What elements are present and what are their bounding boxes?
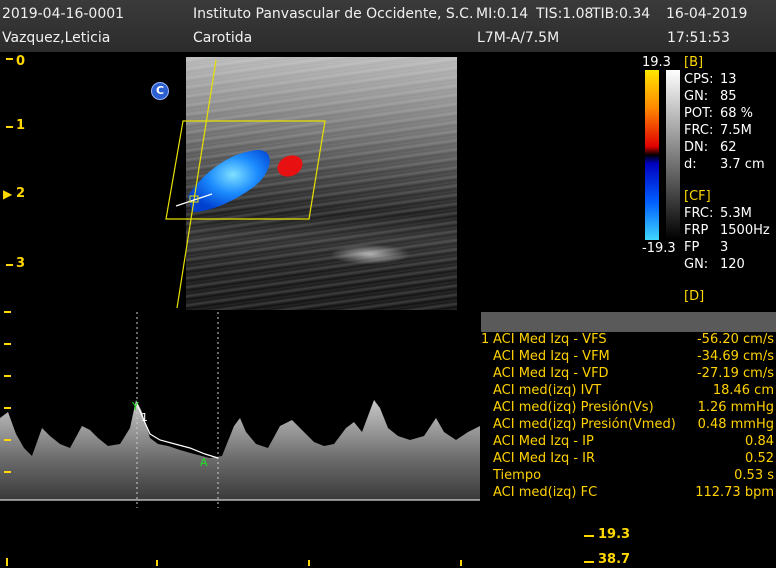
color-bar-max: 19.3 bbox=[642, 55, 671, 70]
measurement-value: -56.20 cm/s bbox=[696, 332, 774, 347]
param-label: FP bbox=[684, 240, 700, 255]
measurement-value: 1.26 mmHg bbox=[697, 400, 774, 415]
measurement-row: ACI med(izq) Presión(Vs) 1.26 mmHg bbox=[481, 400, 776, 417]
spectral-waveform bbox=[0, 400, 480, 500]
param-value: 68 % bbox=[720, 106, 754, 121]
color-flow-scale-bar bbox=[645, 70, 659, 240]
grayscale-bar bbox=[666, 70, 680, 240]
param-value: 62 bbox=[720, 140, 737, 155]
cursor-index-label: 1 bbox=[141, 411, 148, 424]
measurement-label: ACI med(izq) Presión(Vmed) bbox=[493, 417, 676, 432]
spectral-doppler: Y A 1 bbox=[0, 311, 480, 508]
measurement-row: Tiempo 0.53 s bbox=[481, 468, 776, 485]
measurement-value: 0.84 bbox=[745, 434, 774, 449]
measurement-row: ACI Med Izq - VFD -27.19 cm/s bbox=[481, 366, 776, 383]
param-label: FRP bbox=[684, 223, 709, 238]
measurement-label: ACI Med Izq - VFD bbox=[493, 366, 609, 381]
measurement-value: 18.46 cm bbox=[712, 383, 774, 398]
param-label: CPS: bbox=[684, 72, 714, 87]
param-value: 1500Hz bbox=[720, 223, 770, 238]
measurement-row: ACI med(izq) IVT 18.46 cm bbox=[481, 383, 776, 400]
measurement-row: ACI med(izq) Presión(Vmed) 0.48 mmHg bbox=[481, 417, 776, 434]
measurement-label: ACI med(izq) Presión(Vs) bbox=[493, 400, 654, 415]
velocity-tick bbox=[584, 561, 594, 563]
measurement-value: 0.48 mmHg bbox=[697, 417, 774, 432]
probe-name: L7M-A/7.5M bbox=[477, 30, 560, 46]
measurement-label: ACI Med Izq - IR bbox=[493, 451, 596, 466]
param-value: 3.7 cm bbox=[720, 157, 765, 172]
measurement-value: -27.19 cm/s bbox=[696, 366, 774, 381]
measurements-panel-header[interactable] bbox=[481, 312, 776, 332]
param-value: 120 bbox=[720, 257, 745, 272]
measurement-label: ACI Med Izq - VFS bbox=[493, 332, 607, 347]
velocity-label: 19.3 bbox=[598, 527, 631, 542]
measurement-index: 1 bbox=[481, 332, 490, 347]
measurement-row: ACI Med Izq - IP 0.84 bbox=[481, 434, 776, 451]
red-flow-region bbox=[277, 155, 303, 177]
param-label: GN: bbox=[684, 257, 709, 272]
exam-time: 17:51:53 bbox=[667, 30, 730, 46]
param-value: 13 bbox=[720, 72, 737, 87]
time-tick bbox=[156, 560, 158, 566]
mi-readout: MI:0.14 bbox=[476, 6, 529, 22]
tis-readout: TIS:1.08 bbox=[536, 6, 594, 22]
param-label: FRC: bbox=[684, 123, 714, 138]
param-label: d: bbox=[684, 157, 697, 172]
measurement-row: ACI Med Izq - IR 0.52 bbox=[481, 451, 776, 468]
measurement-label: ACI Med Izq - IP bbox=[493, 434, 594, 449]
param-label: DN: bbox=[684, 140, 709, 155]
velocity-scale: 19.3 38.7 bbox=[0, 508, 776, 568]
cf-section-title: [CF] bbox=[684, 189, 711, 204]
measurement-row: 1 ACI Med Izq - VFS -56.20 cm/s bbox=[481, 332, 776, 349]
tib-readout: TIB:0.34 bbox=[592, 6, 651, 22]
measurement-value: 0.52 bbox=[745, 451, 774, 466]
measurement-value: -34.69 cm/s bbox=[696, 349, 774, 364]
exam-date: 16-04-2019 bbox=[666, 6, 748, 22]
measurement-label: ACI med(izq) FC bbox=[493, 485, 598, 500]
param-label: GN: bbox=[684, 89, 709, 104]
end-caliper-icon[interactable]: A bbox=[200, 456, 208, 469]
param-value: 3 bbox=[720, 240, 729, 255]
param-label: FRC: bbox=[684, 206, 714, 221]
time-tick bbox=[308, 560, 310, 566]
peak-caliper-icon[interactable]: Y bbox=[131, 400, 139, 413]
time-tick bbox=[6, 558, 8, 566]
measurement-value: 112.73 bpm bbox=[695, 485, 774, 500]
color-flow-overlay bbox=[165, 59, 326, 309]
param-label: POT: bbox=[684, 106, 713, 121]
param-value: 5.3M bbox=[720, 206, 752, 221]
measurement-row: ACI Med Izq - VFM -34.69 cm/s bbox=[481, 349, 776, 366]
time-tick bbox=[460, 560, 462, 566]
measurement-row: ACI med(izq) FC 112.73 bpm bbox=[481, 485, 776, 502]
velocity-tick bbox=[584, 535, 594, 537]
velocity-label: 38.7 bbox=[598, 552, 631, 567]
param-value: 7.5M bbox=[720, 123, 752, 138]
measurement-label: ACI med(izq) IVT bbox=[493, 383, 602, 398]
measurement-label: Tiempo bbox=[493, 468, 542, 483]
measurements-panel: 1 ACI Med Izq - VFS -56.20 cm/s ACI Med … bbox=[481, 312, 776, 508]
measurement-value: 0.53 s bbox=[734, 468, 774, 483]
color-bar-min: -19.3 bbox=[642, 241, 676, 256]
param-value: 85 bbox=[720, 89, 737, 104]
measurement-label: ACI Med Izq - VFM bbox=[493, 349, 610, 364]
b-mode-section-title: [B] bbox=[684, 55, 704, 70]
d-section-title: [D] bbox=[684, 289, 705, 304]
